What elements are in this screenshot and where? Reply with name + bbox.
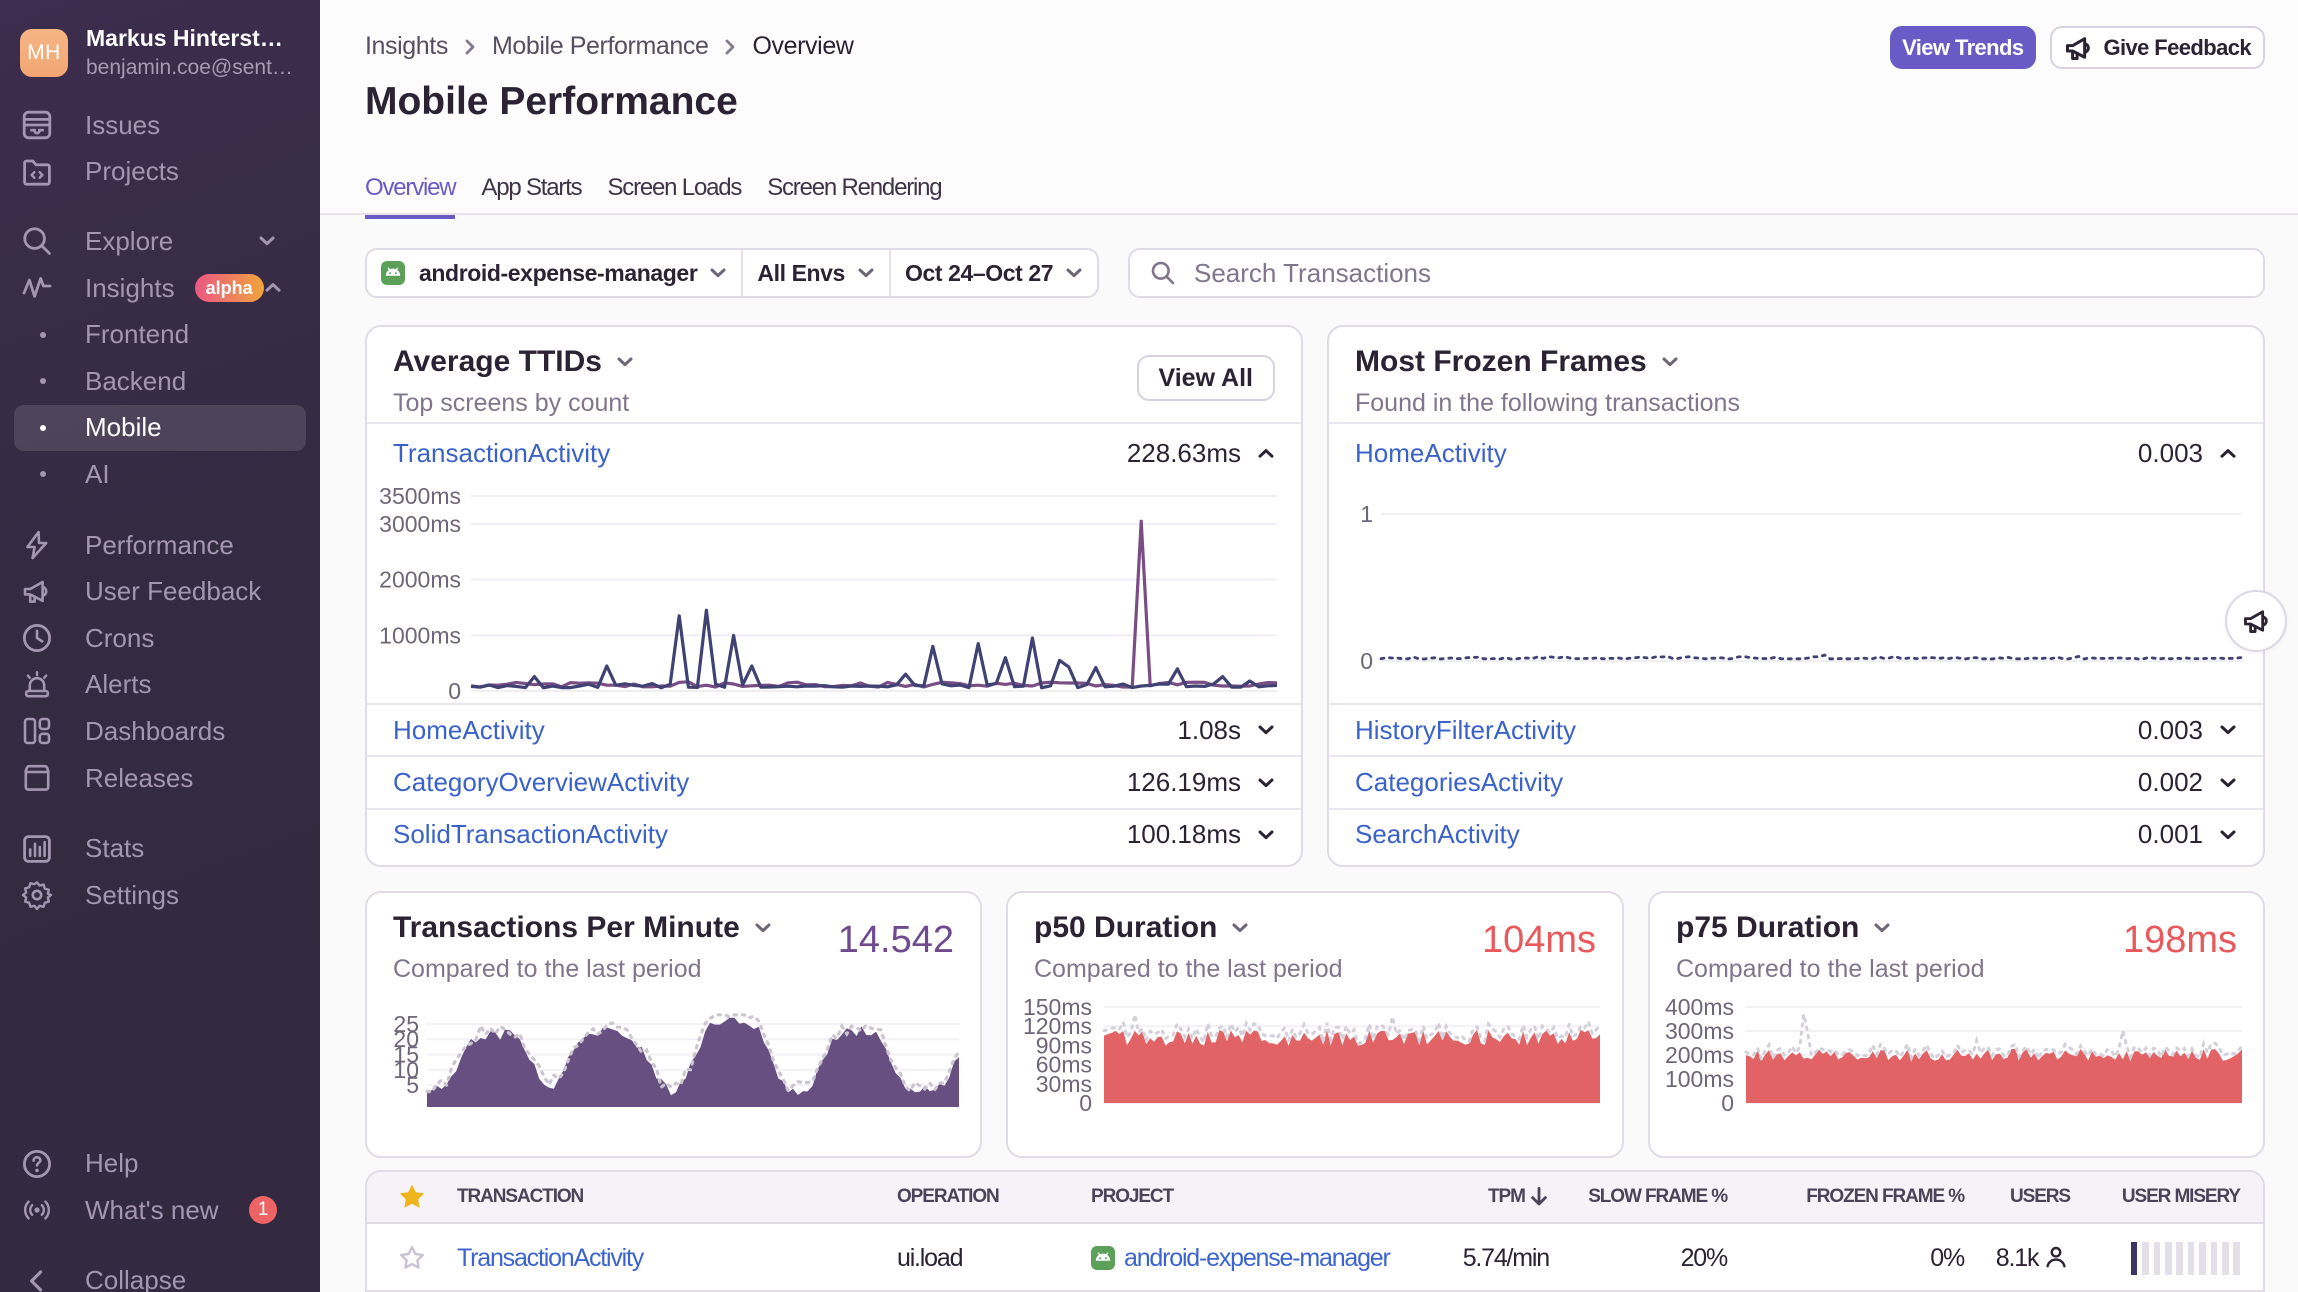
svg-text:0: 0: [1721, 1090, 1734, 1116]
svg-text:0: 0: [448, 678, 461, 703]
svg-text:0: 0: [1360, 648, 1373, 674]
svg-text:3000ms: 3000ms: [379, 511, 461, 537]
svg-text:400ms: 400ms: [1665, 994, 1734, 1020]
svg-text:1000ms: 1000ms: [379, 622, 461, 648]
svg-text:100ms: 100ms: [1665, 1066, 1734, 1092]
svg-text:1: 1: [1360, 501, 1373, 527]
svg-text:0: 0: [1079, 1090, 1092, 1116]
svg-text:300ms: 300ms: [1665, 1018, 1734, 1044]
svg-text:2000ms: 2000ms: [379, 567, 461, 593]
svg-text:5: 5: [406, 1072, 419, 1098]
svg-text:3500ms: 3500ms: [379, 483, 461, 509]
svg-text:200ms: 200ms: [1665, 1042, 1734, 1068]
